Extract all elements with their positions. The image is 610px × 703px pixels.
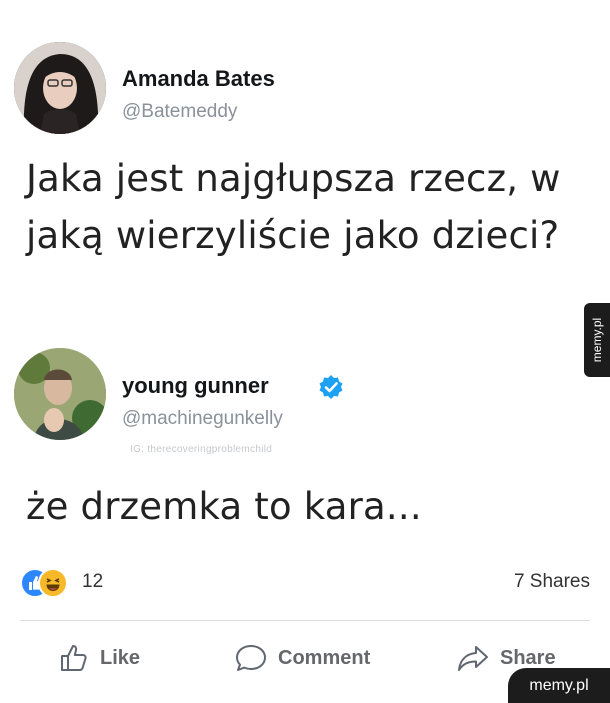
comment-button[interactable]: Comment [234, 640, 370, 676]
comment-label: Comment [278, 646, 371, 669]
side-brand-label: memy.pl [590, 317, 604, 363]
reaction-count[interactable]: 12 [82, 571, 103, 593]
haha-reaction-icon [38, 568, 68, 598]
comment-bubble-icon [236, 645, 266, 671]
facebook-post: Amanda Bates @Batemeddy Jaka jest najgłu… [0, 0, 610, 703]
tweet-author-name[interactable]: young gunner [122, 373, 269, 399]
like-label: Like [100, 646, 141, 669]
brand-watermark-tab[interactable]: memy.pl [508, 668, 610, 703]
brand-label: memy.pl [529, 676, 589, 694]
tweet-author-handle[interactable]: @Batemeddy [122, 101, 237, 123]
side-brand-tab[interactable]: memy.pl [584, 303, 610, 377]
avatar[interactable] [14, 42, 106, 134]
divider [20, 620, 590, 621]
thumbs-up-icon [61, 645, 87, 671]
tweet-author-handle[interactable]: @machinegunkelly [122, 408, 283, 430]
ig-credit-watermark: IG: therecoveringproblemchild [130, 444, 273, 455]
tweet-text: że drzemka to kara... [26, 485, 422, 528]
verified-badge-icon [319, 375, 343, 399]
tweet-author-name[interactable]: Amanda Bates [122, 66, 275, 92]
share-label: Share [500, 646, 556, 669]
shares-count[interactable]: 7 Shares [514, 571, 590, 593]
share-arrow-icon [458, 646, 488, 671]
like-button[interactable]: Like [58, 640, 140, 676]
avatar[interactable] [14, 348, 106, 440]
tweet-text: Jaka jest najgłupsza rzecz, w jaką wierz… [26, 157, 561, 257]
